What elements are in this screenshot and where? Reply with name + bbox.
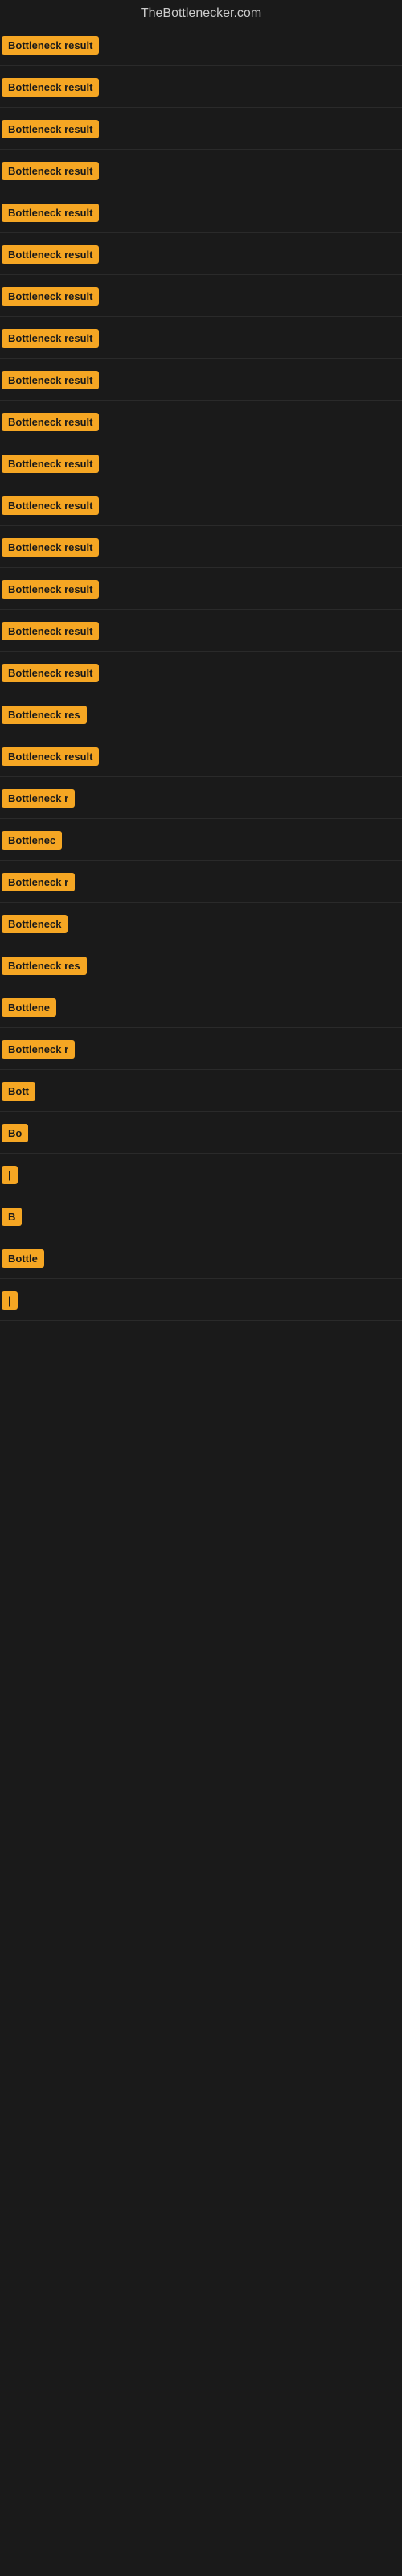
list-item[interactable]: Bottleneck result	[0, 526, 402, 568]
bottleneck-badge: Bottleneck result	[2, 538, 99, 557]
bottleneck-badge: Bottleneck result	[2, 371, 99, 389]
list-item[interactable]: Bottleneck result	[0, 66, 402, 108]
bottleneck-badge: Bott	[2, 1082, 35, 1101]
list-item[interactable]: Bottleneck res	[0, 944, 402, 986]
list-item[interactable]: Bottleneck result	[0, 568, 402, 610]
list-item[interactable]: Bottleneck result	[0, 317, 402, 359]
bottleneck-badge: Bottleneck result	[2, 664, 99, 682]
list-item[interactable]: Bottleneck result	[0, 108, 402, 150]
bottleneck-badge: Bottleneck result	[2, 245, 99, 264]
bottleneck-badge: Bottleneck result	[2, 287, 99, 306]
list-item[interactable]: Bo	[0, 1112, 402, 1154]
bottleneck-badge: B	[2, 1208, 22, 1226]
bottleneck-badge: Bottleneck	[2, 915, 68, 933]
bottleneck-badge: Bottleneck result	[2, 413, 99, 431]
bottleneck-badge: Bottleneck result	[2, 36, 99, 55]
list-item[interactable]: Bottleneck result	[0, 652, 402, 693]
list-item[interactable]: Bottleneck result	[0, 275, 402, 317]
list-item[interactable]: Bottleneck r	[0, 861, 402, 903]
bottleneck-badge: Bottleneck r	[2, 1040, 75, 1059]
list-item[interactable]: Bottlene	[0, 986, 402, 1028]
site-title-bar: TheBottlenecker.com	[0, 0, 402, 24]
site-title: TheBottlenecker.com	[0, 0, 402, 24]
bottleneck-badge: Bottleneck result	[2, 622, 99, 640]
bottleneck-badge: Bottleneck result	[2, 329, 99, 348]
bottleneck-badge: Bottleneck result	[2, 120, 99, 138]
bottleneck-badge: Bottleneck result	[2, 580, 99, 599]
list-item[interactable]: Bottleneck result	[0, 735, 402, 777]
bottleneck-badge: Bo	[2, 1124, 28, 1142]
list-item[interactable]: Bottle	[0, 1237, 402, 1279]
bottleneck-badge: Bottleneck res	[2, 706, 87, 724]
list-item[interactable]: B	[0, 1195, 402, 1237]
bottleneck-badge: Bottleneck result	[2, 78, 99, 97]
list-item[interactable]: |	[0, 1154, 402, 1195]
list-item[interactable]: Bottleneck result	[0, 610, 402, 652]
list-item[interactable]: Bottleneck r	[0, 1028, 402, 1070]
bottleneck-badge: Bottleneck result	[2, 455, 99, 473]
list-item[interactable]: Bottleneck result	[0, 150, 402, 191]
bottleneck-badge: |	[2, 1291, 18, 1310]
bottleneck-badge: Bottleneck result	[2, 162, 99, 180]
bottleneck-badge: Bottleneck r	[2, 873, 75, 891]
list-item[interactable]: Bottleneck result	[0, 442, 402, 484]
bottleneck-badge: Bottleneck r	[2, 789, 75, 808]
bottleneck-badge: |	[2, 1166, 18, 1184]
list-item[interactable]: Bottleneck result	[0, 359, 402, 401]
bottleneck-badge: Bottlenec	[2, 831, 62, 850]
list-item[interactable]: Bottleneck result	[0, 191, 402, 233]
list-item[interactable]: Bottleneck res	[0, 693, 402, 735]
list-item[interactable]: Bott	[0, 1070, 402, 1112]
bottleneck-badge: Bottleneck result	[2, 496, 99, 515]
list-item[interactable]: |	[0, 1279, 402, 1321]
list-item[interactable]: Bottleneck r	[0, 777, 402, 819]
list-item[interactable]: Bottleneck result	[0, 401, 402, 442]
bottleneck-badge: Bottlene	[2, 998, 56, 1017]
bottleneck-badge: Bottleneck result	[2, 747, 99, 766]
bottleneck-list: Bottleneck result Bottleneck result Bottle…	[0, 24, 402, 1321]
bottleneck-badge: Bottle	[2, 1249, 44, 1268]
list-item[interactable]: Bottlenec	[0, 819, 402, 861]
list-item[interactable]: Bottleneck result	[0, 24, 402, 66]
list-item[interactable]: Bottleneck	[0, 903, 402, 944]
bottleneck-badge: Bottleneck result	[2, 204, 99, 222]
list-item[interactable]: Bottleneck result	[0, 484, 402, 526]
list-item[interactable]: Bottleneck result	[0, 233, 402, 275]
bottleneck-badge: Bottleneck res	[2, 957, 87, 975]
